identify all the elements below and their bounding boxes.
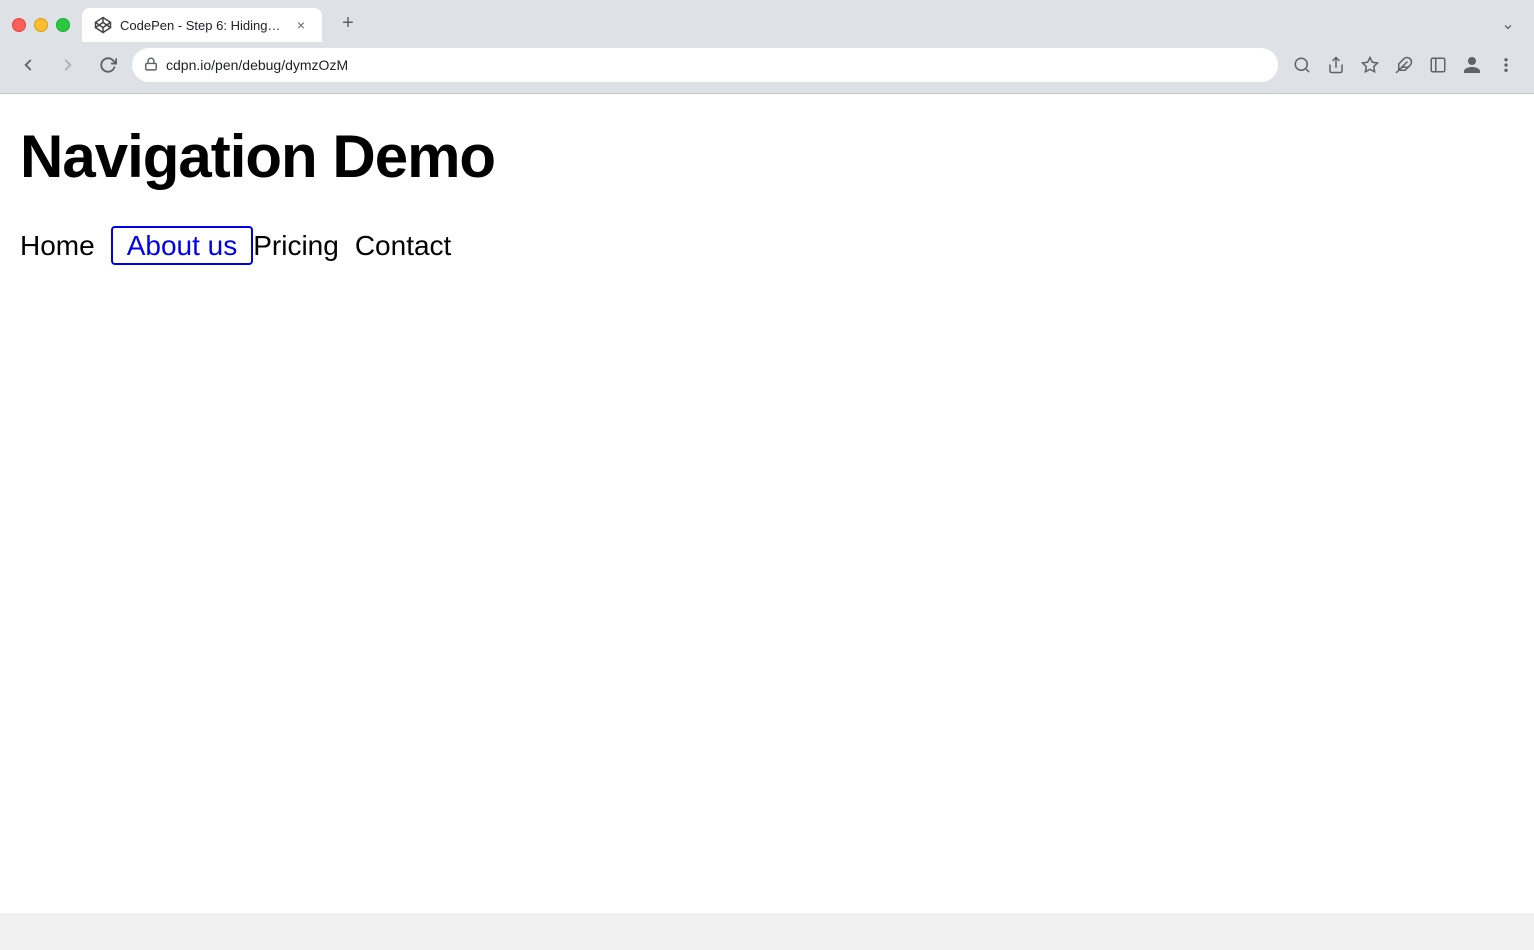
address-bar[interactable]: cdpn.io/pen/debug/dymzOzM bbox=[132, 48, 1278, 82]
nav-menu: Home About us Pricing Contact bbox=[20, 230, 1514, 262]
menu-button[interactable] bbox=[1490, 49, 1522, 81]
bookmark-button[interactable] bbox=[1354, 49, 1386, 81]
nav-item-pricing[interactable]: Pricing bbox=[253, 230, 355, 262]
tab-close-button[interactable]: × bbox=[292, 16, 310, 34]
new-tab-button[interactable]: + bbox=[334, 10, 362, 38]
nav-item-about[interactable]: About us bbox=[111, 230, 254, 262]
profile-button[interactable] bbox=[1456, 49, 1488, 81]
browser-chrome: CodePen - Step 6: Hiding the l... × + ⌄ bbox=[0, 0, 1534, 93]
title-bar: CodePen - Step 6: Hiding the l... × + ⌄ bbox=[0, 0, 1534, 40]
maximize-button[interactable] bbox=[56, 18, 70, 32]
search-button[interactable] bbox=[1286, 49, 1318, 81]
sidebar-button[interactable] bbox=[1422, 49, 1454, 81]
forward-button[interactable] bbox=[52, 49, 84, 81]
toolbar: cdpn.io/pen/debug/dymzOzM bbox=[0, 40, 1534, 92]
nav-item-contact[interactable]: Contact bbox=[355, 230, 468, 262]
traffic-lights bbox=[12, 18, 70, 32]
minimize-button[interactable] bbox=[34, 18, 48, 32]
toolbar-actions bbox=[1286, 49, 1522, 81]
lock-icon bbox=[144, 57, 158, 74]
extensions-button[interactable] bbox=[1388, 49, 1420, 81]
nav-link-contact[interactable]: Contact bbox=[355, 226, 468, 265]
nav-link-home[interactable]: Home bbox=[20, 226, 111, 265]
close-button[interactable] bbox=[12, 18, 26, 32]
nav-link-about[interactable]: About us bbox=[111, 226, 254, 265]
reload-button[interactable] bbox=[92, 49, 124, 81]
tab-expand-button[interactable]: ⌄ bbox=[1494, 10, 1522, 38]
back-button[interactable] bbox=[12, 49, 44, 81]
tab-title: CodePen - Step 6: Hiding the l... bbox=[120, 18, 284, 33]
codepen-icon bbox=[94, 16, 112, 34]
page-title: Navigation Demo bbox=[20, 124, 1514, 190]
share-button[interactable] bbox=[1320, 49, 1352, 81]
nav-item-home[interactable]: Home bbox=[20, 230, 111, 262]
browser-content: Navigation Demo Home About us Pricing Co… bbox=[0, 93, 1534, 913]
active-tab[interactable]: CodePen - Step 6: Hiding the l... × bbox=[82, 8, 322, 42]
url-display[interactable]: cdpn.io/pen/debug/dymzOzM bbox=[166, 57, 1266, 73]
nav-link-pricing[interactable]: Pricing bbox=[253, 226, 355, 265]
nav-list: Home About us Pricing Contact bbox=[20, 230, 1514, 262]
